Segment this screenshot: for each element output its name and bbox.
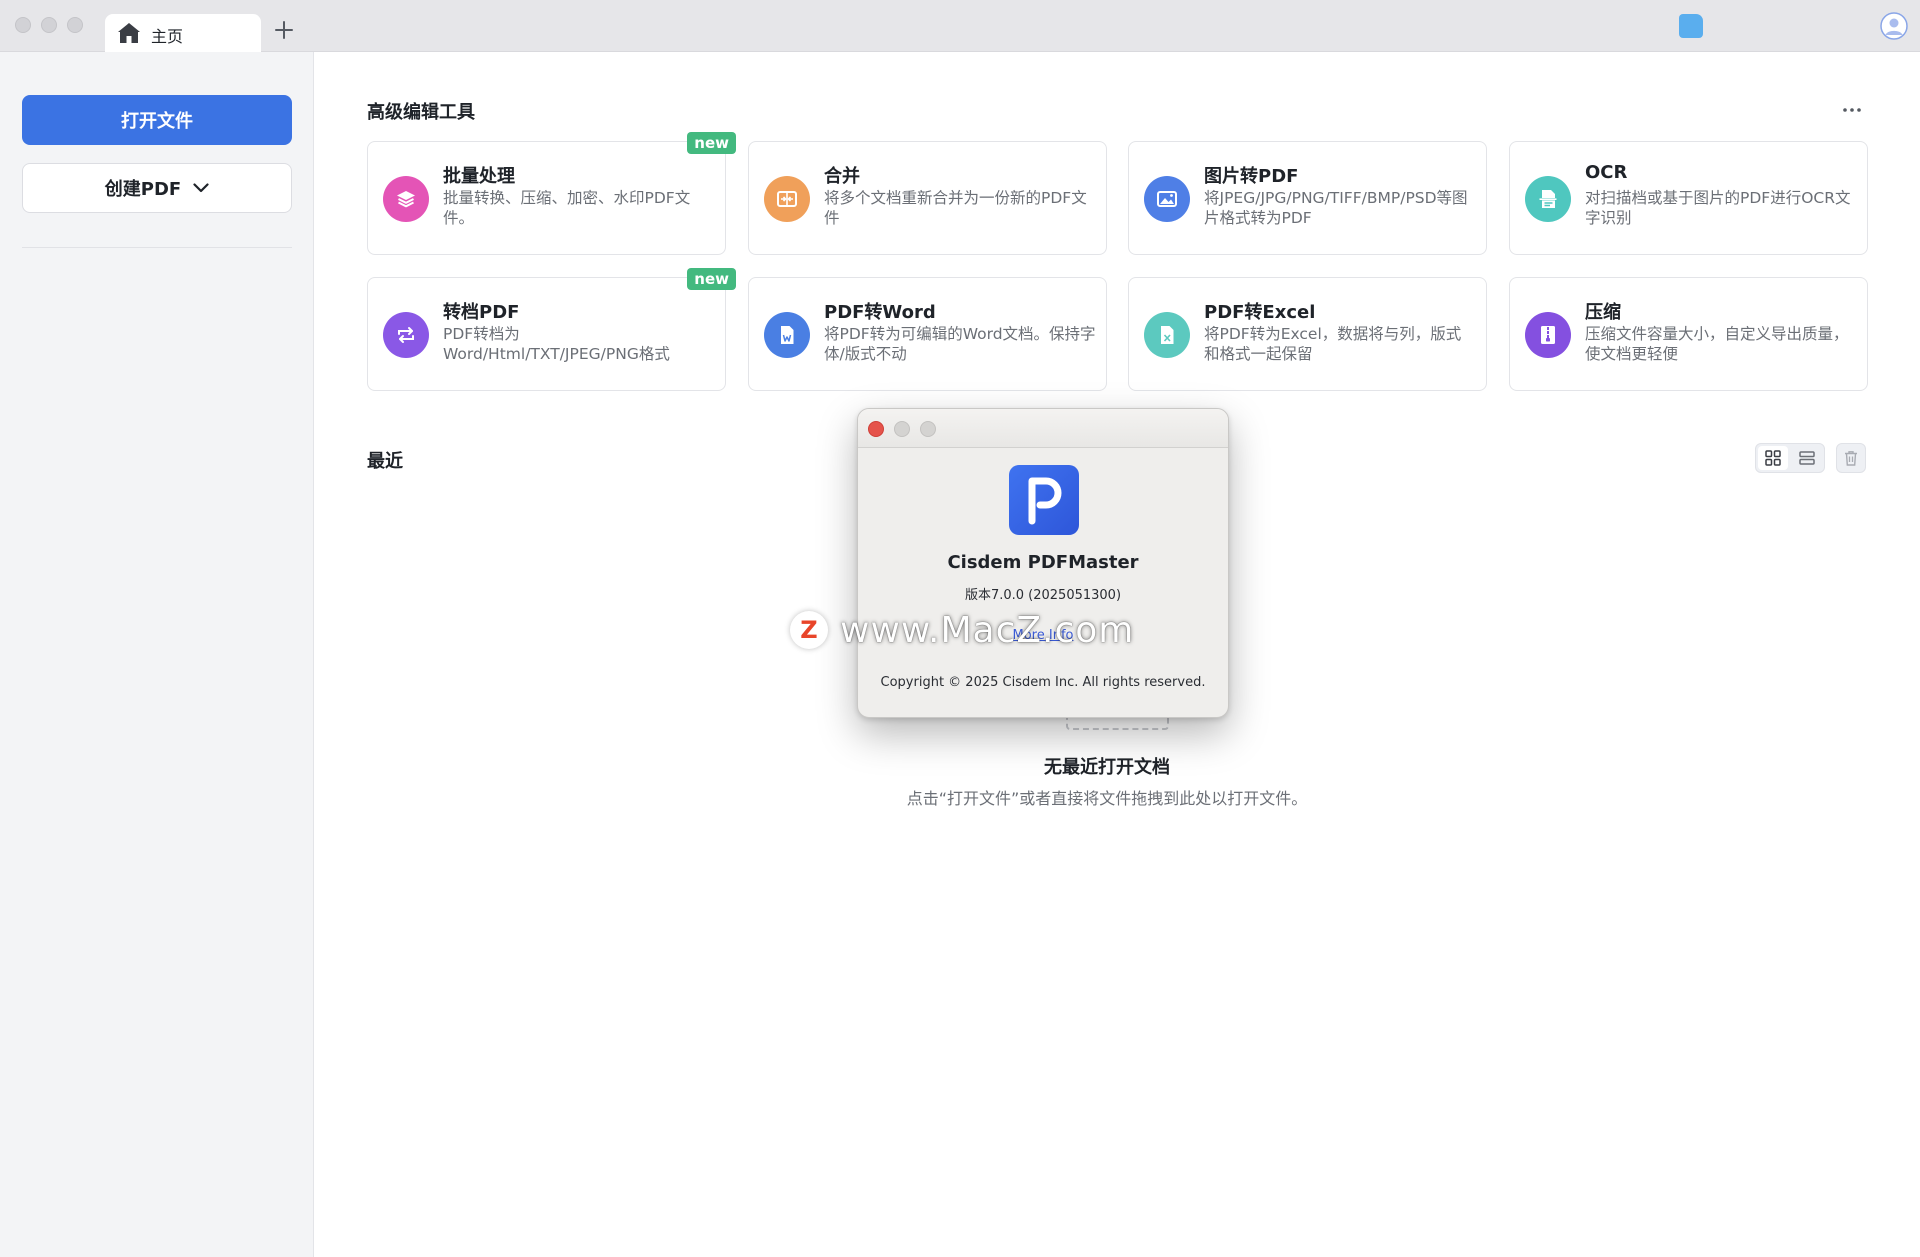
about-dialog: Cisdem PDFMaster 版本7.0.0 (2025051300) Mo… — [857, 408, 1229, 718]
watermark-logo: Z — [790, 611, 828, 649]
tool-description: 压缩文件容量大小，自定义导出质量，使文档更轻便 — [1585, 325, 1849, 363]
tool-card-ocr[interactable]: OCR 对扫描档或基于图片的PDF进行OCR文字识别 — [1509, 141, 1868, 255]
tab-label: 主页 — [151, 27, 184, 46]
tool-card-batch[interactable]: 批量处理 批量转换、压缩、加密、水印PDF文件。 new — [367, 132, 736, 255]
chevron-down-icon — [193, 183, 209, 193]
tool-card-merge[interactable]: 合并 将多个文档重新合并为一份新的PDF文件 — [748, 141, 1107, 255]
tool-title: 合并 — [824, 166, 860, 187]
view-toggle — [1755, 443, 1825, 473]
more-options-icon[interactable] — [1840, 98, 1864, 122]
tool-description: 将PDF转为Excel，数据将与列，版式和格式一起保留 — [1204, 325, 1462, 363]
create-pdf-button[interactable]: 创建PDF — [22, 163, 292, 213]
convert-icon — [383, 312, 429, 358]
empty-state-subtitle: 点击“打开文件”或者直接将文件拖拽到此处以打开文件。 — [906, 789, 1308, 808]
delete-button[interactable] — [1836, 443, 1866, 473]
app-version: 版本7.0.0 (2025051300) — [964, 588, 1122, 603]
title-bar: 主页 — [0, 0, 1920, 52]
layers-icon — [383, 176, 429, 222]
trash-icon — [1845, 451, 1857, 466]
new-tab-icon[interactable] — [270, 16, 298, 44]
grid-view-button[interactable] — [1758, 446, 1788, 470]
more-info-link[interactable]: More Info — [858, 628, 1228, 643]
empty-state-title: 无最近打开文档 — [1044, 757, 1170, 778]
list-view-button[interactable] — [1792, 446, 1822, 470]
image-icon — [1144, 176, 1190, 222]
dialog-zoom-button[interactable] — [920, 421, 936, 437]
dialog-title-bar — [858, 409, 1228, 448]
tool-description: 将多个文档重新合并为一份新的PDF文件 — [824, 189, 1087, 227]
tab-home[interactable]: 主页 — [105, 14, 261, 52]
app-badge-icon[interactable] — [1679, 14, 1703, 38]
tool-title: 图片转PDF — [1204, 166, 1299, 187]
empty-state-title-row: 无最近打开文档 — [0, 753, 1920, 779]
dialog-minimize-button[interactable] — [894, 421, 910, 437]
tool-description: PDF转档为Word/Html/TXT/JPEG/PNG格式 — [443, 325, 670, 363]
tool-card-convert[interactable]: 转档PDF PDF转档为Word/Html/TXT/JPEG/PNG格式 new — [367, 268, 736, 391]
tool-title: 批量处理 — [443, 166, 515, 187]
tools-section-title: 高级编辑工具 — [367, 102, 475, 123]
new-badge: new — [687, 132, 736, 154]
tool-description: 对扫描档或基于图片的PDF进行OCR文字识别 — [1585, 189, 1851, 227]
recent-section-title: 最近 — [367, 451, 403, 472]
dialog-close-button[interactable] — [868, 421, 884, 437]
tool-description: 批量转换、压缩、加密、水印PDF文件。 — [443, 189, 691, 227]
sidebar-divider — [22, 247, 292, 248]
app-name: Cisdem PDFMaster — [947, 552, 1139, 573]
tool-card-image-to-pdf[interactable]: 图片转PDF 将JPEG/JPG/PNG/TIFF/BMP/PSD等图片格式转为… — [1128, 141, 1487, 255]
copyright-text: Copyright © 2025 Cisdem Inc. All rights … — [880, 675, 1206, 690]
window-zoom-button[interactable] — [67, 17, 83, 33]
app-logo-icon — [1009, 465, 1079, 535]
tool-title: PDF转Word — [824, 302, 936, 323]
excel-document-icon — [1144, 312, 1190, 358]
list-view-icon — [1799, 451, 1815, 465]
empty-state-subtitle-row: 点击“打开文件”或者直接将文件拖拽到此处以打开文件。 — [0, 785, 1920, 809]
zip-icon — [1525, 312, 1571, 358]
tool-description: 将JPEG/JPG/PNG/TIFF/BMP/PSD等图片格式转为PDF — [1204, 189, 1468, 227]
merge-icon — [764, 176, 810, 222]
create-pdf-label: 创建PDF — [104, 179, 182, 200]
word-document-icon — [764, 312, 810, 358]
window-close-button[interactable] — [15, 17, 31, 33]
tool-card-pdf-to-excel[interactable]: PDF转Excel 将PDF转为Excel，数据将与列，版式和格式一起保留 — [1128, 277, 1487, 391]
tool-description: 将PDF转为可编辑的Word文档。保持字体/版式不动 — [824, 325, 1096, 363]
tool-card-compress[interactable]: 压缩 压缩文件容量大小，自定义导出质量，使文档更轻便 — [1509, 277, 1868, 391]
window-minimize-button[interactable] — [41, 17, 57, 33]
grid-view-icon — [1765, 450, 1781, 466]
home-icon — [118, 23, 140, 43]
scan-document-icon — [1525, 176, 1571, 222]
tool-title: OCR — [1585, 162, 1628, 183]
tool-title: 转档PDF — [443, 302, 520, 323]
tool-title: PDF转Excel — [1204, 302, 1316, 323]
open-file-button[interactable]: 打开文件 — [22, 95, 292, 145]
tool-card-pdf-to-word[interactable]: PDF转Word 将PDF转为可编辑的Word文档。保持字体/版式不动 — [748, 277, 1107, 391]
new-badge: new — [687, 268, 736, 290]
sidebar: 打开文件 创建PDF — [0, 52, 314, 1257]
user-avatar-icon[interactable] — [1880, 12, 1908, 40]
tool-title: 压缩 — [1585, 302, 1621, 323]
